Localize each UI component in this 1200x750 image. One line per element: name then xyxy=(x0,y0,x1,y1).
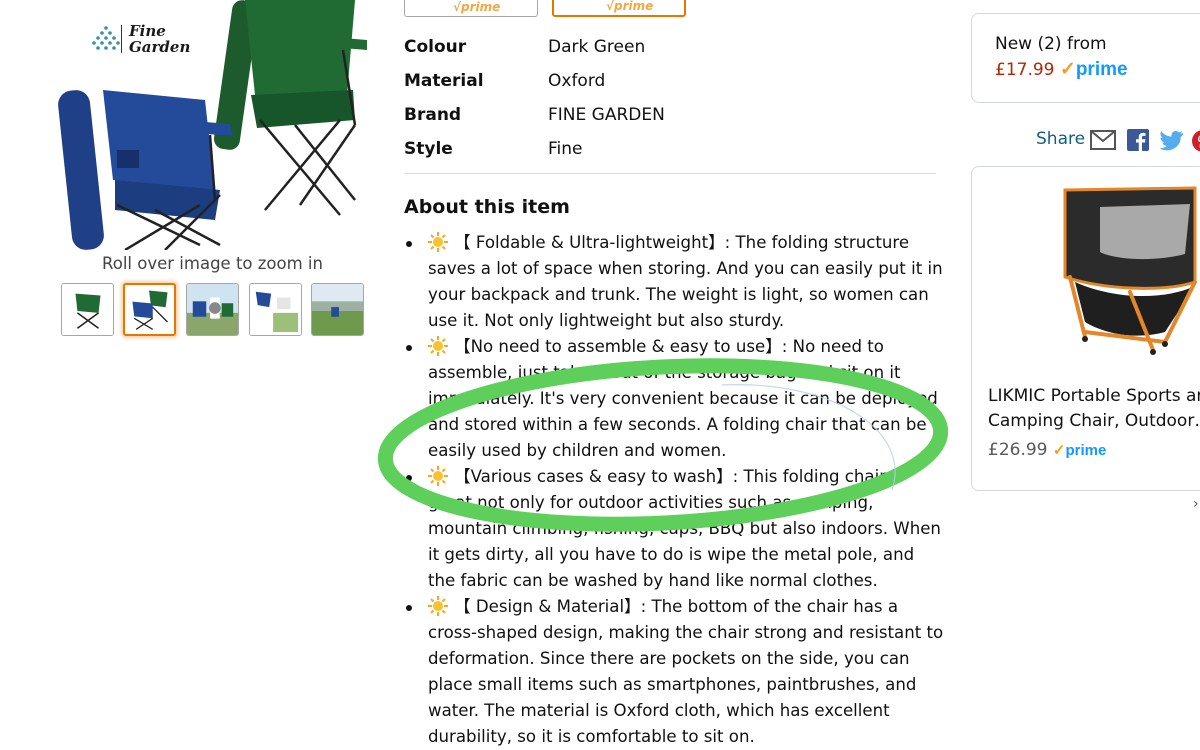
bullet-dot xyxy=(406,475,412,481)
spec-value-material: Oxford xyxy=(548,71,606,91)
about-bullets: 【 Foldable & Ultra-lightweight】: The fol… xyxy=(404,230,944,750)
thumbnail-2[interactable] xyxy=(123,283,176,336)
list-item: 【No need to assemble & easy to use】: No … xyxy=(404,334,944,464)
variation-prime-label: √prime xyxy=(606,0,654,13)
bullet-dot xyxy=(406,345,412,351)
thumbnail-4[interactable] xyxy=(249,283,302,336)
offer-price: £17.99 xyxy=(995,60,1055,80)
variation-button-1[interactable]: √prime xyxy=(404,0,538,17)
sun-icon xyxy=(428,466,448,486)
fine-garden-logo: Fine Garden xyxy=(88,22,191,62)
sun-icon xyxy=(428,336,448,356)
bullet-text: 【 Design & Material】: The bottom of the … xyxy=(428,597,944,746)
share-label: Share xyxy=(1036,129,1086,149)
portable-chair-image[interactable] xyxy=(1045,182,1200,357)
blue-green-chairs-thumb-icon xyxy=(125,285,174,334)
bullet-text: 【 Foldable & Ultra-lightweight】: The fol… xyxy=(428,233,943,330)
carousel-next-icon[interactable]: › xyxy=(1193,496,1199,512)
facebook-share-icon[interactable] xyxy=(1127,129,1149,151)
sponsored-title-line-2[interactable]: Camping Chair, Outdoor… xyxy=(988,411,1200,431)
twitter-share-icon[interactable] xyxy=(1158,130,1184,152)
prime-word: prime xyxy=(1065,442,1107,459)
spec-label-material: Material xyxy=(404,71,484,91)
variation-prime-label: √prime xyxy=(453,0,501,14)
list-item: 【Various cases & easy to wash】: This fol… xyxy=(404,464,944,594)
spec-label-style: Style xyxy=(404,139,453,159)
green-chair-thumb-icon xyxy=(62,284,113,335)
sponsored-price: £26.99 xyxy=(988,440,1048,460)
thumbnail-5[interactable] xyxy=(311,283,364,336)
list-item: 【 Foldable & Ultra-lightweight】: The fol… xyxy=(404,230,944,334)
prime-badge: ✓prime xyxy=(1060,59,1128,80)
prime-check-icon: ✓ xyxy=(1052,442,1066,459)
offer-price-line[interactable]: £17.99 ✓prime xyxy=(995,58,1128,81)
sponsored-title-line-1[interactable]: LIKMIC Portable Sports ar xyxy=(988,386,1200,406)
bullet-text: 【Various cases & easy to wash】: This fol… xyxy=(428,467,941,590)
prime-word: prime xyxy=(1075,59,1128,80)
zoom-hint: Roll over image to zoom in xyxy=(102,254,323,273)
sponsored-price-line: £26.99 ✓prime xyxy=(988,440,1106,460)
pinterest-share-icon[interactable] xyxy=(1192,130,1200,152)
thumbnail-3[interactable] xyxy=(186,283,239,336)
spec-label-brand: Brand xyxy=(404,105,462,125)
spec-value-brand: FINE GARDEN xyxy=(548,105,665,125)
list-item: 【 Design & Material】: The bottom of the … xyxy=(404,594,944,750)
prime-badge: ✓prime xyxy=(1053,442,1106,459)
thumbnail-1[interactable] xyxy=(61,283,114,336)
logo-word-2: Garden xyxy=(129,38,191,56)
bullet-dot xyxy=(406,241,412,247)
divider xyxy=(404,173,936,174)
green-chair-illustration xyxy=(213,0,367,216)
outdoor-lake-thumb-icon xyxy=(312,284,363,335)
sun-icon xyxy=(428,232,448,252)
variation-button-2[interactable]: √prime xyxy=(552,0,686,17)
camping-scene-thumb-icon xyxy=(187,284,238,335)
blue-chair-illustration xyxy=(58,90,233,250)
offer-label[interactable]: New (2) from xyxy=(995,34,1107,54)
logo-word-1: Fine xyxy=(129,22,166,40)
spec-value-style: Fine xyxy=(548,139,583,159)
about-title: About this item xyxy=(404,196,570,218)
spec-value-colour: Dark Green xyxy=(548,37,646,57)
sun-icon xyxy=(428,596,448,616)
bullet-dot xyxy=(406,605,412,611)
email-share-icon[interactable] xyxy=(1090,130,1116,150)
pinecone-logo-icon xyxy=(92,26,120,50)
bullet-text: 【No need to assemble & easy to use】: No … xyxy=(428,337,938,460)
chairs-scene-thumb-icon xyxy=(250,284,301,335)
spec-label-colour: Colour xyxy=(404,37,467,57)
prime-check-icon: ✓ xyxy=(1059,59,1076,80)
